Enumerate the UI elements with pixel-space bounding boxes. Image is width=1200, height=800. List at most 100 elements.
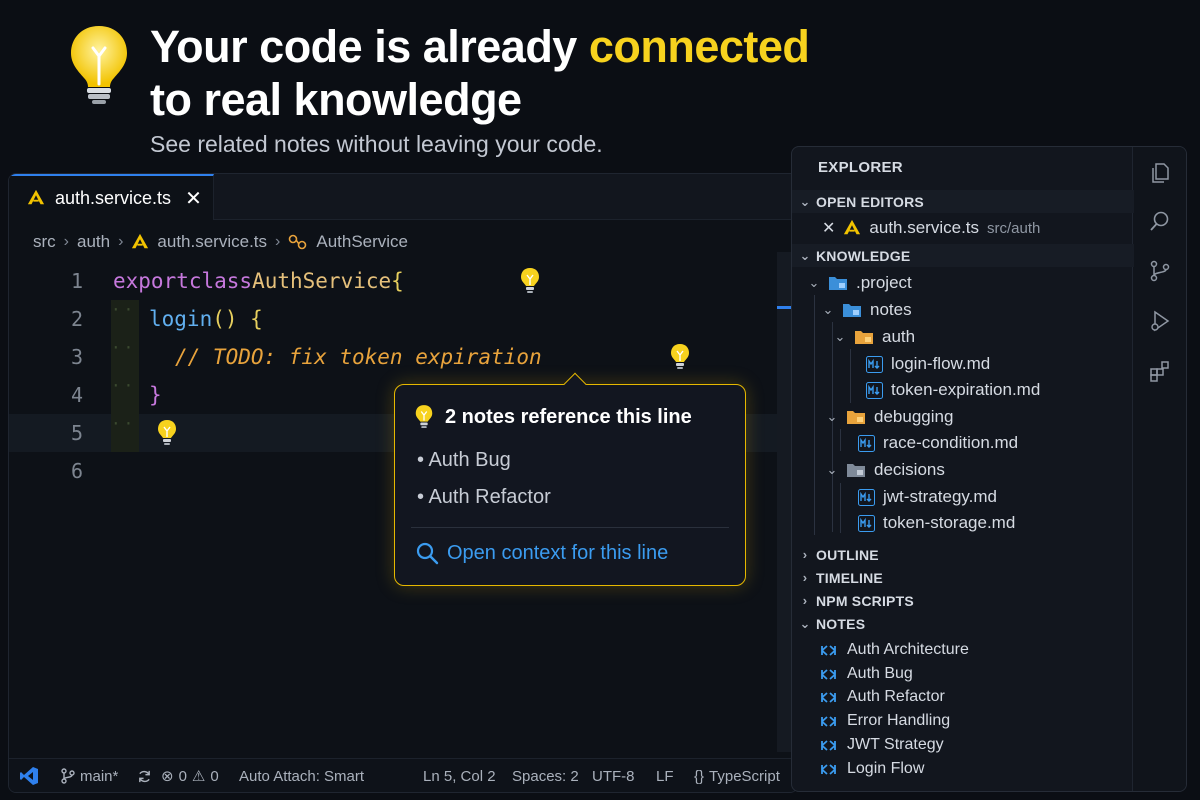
divider: [411, 527, 729, 528]
folder-icon: [847, 464, 865, 477]
files-icon[interactable]: [1148, 161, 1172, 185]
line-number: 3: [70, 345, 83, 369]
tree-folder-decisions[interactable]: ⌄ decisions: [792, 457, 1134, 483]
status-bar: main* ⊗ 0 ⚠ 0 Auto Attach: Smart Ln 5, Col…: [9, 758, 797, 792]
note-item[interactable]: Login Flow: [820, 757, 924, 781]
popup-note-item[interactable]: • Auth Bug: [417, 449, 511, 472]
notes-hover-popup: 2 notes reference this line • Auth Bug •…: [394, 372, 746, 586]
tree-folder-notes[interactable]: ⌄ notes: [792, 297, 1134, 323]
tree-file[interactable]: login-flow.md: [792, 351, 1134, 377]
indent-guide: ··: [111, 300, 139, 338]
code-text: export class AuthService {: [113, 262, 542, 300]
code-text: }: [149, 383, 162, 407]
chevron-down-icon: ⌄: [822, 302, 834, 317]
chevron-down-icon: ⌄: [799, 615, 811, 631]
language-mode[interactable]: {} TypeScript: [694, 759, 780, 792]
encoding-status[interactable]: UTF-8: [592, 759, 635, 792]
indentation-status[interactable]: Spaces: 2: [512, 759, 579, 792]
run-debug-icon[interactable]: [1148, 309, 1172, 333]
chevron-down-icon: ⌄: [799, 247, 811, 263]
lightbulb-icon[interactable]: [155, 418, 179, 448]
note-item[interactable]: JWT Strategy: [820, 733, 944, 757]
breadcrumb: src › auth › auth.service.ts › AuthServi…: [33, 229, 408, 255]
note-item[interactable]: Auth Bug: [820, 662, 913, 686]
chevron-right-icon: ›: [802, 547, 808, 562]
section-npm-scripts[interactable]: › NPM SCRIPTS: [792, 589, 1134, 612]
code-text: login() {: [149, 307, 263, 331]
breadcrumb-item[interactable]: auth.service.ts: [157, 232, 267, 252]
folder-icon: [843, 304, 861, 317]
sync-icon[interactable]: [137, 759, 152, 792]
lightbulb-icon[interactable]: [668, 342, 692, 372]
note-item[interactable]: Error Handling: [820, 709, 950, 733]
tree-folder-project[interactable]: ⌄ .project: [792, 270, 1134, 296]
close-icon[interactable]: ✕: [822, 218, 835, 238]
close-icon[interactable]: ✕: [185, 186, 202, 211]
indent-guide: ··: [111, 338, 139, 376]
extensions-icon[interactable]: [1148, 359, 1172, 383]
auto-attach-status[interactable]: Auto Attach: Smart: [239, 759, 364, 792]
open-context-link[interactable]: Open context for this line: [415, 541, 668, 565]
tree-file[interactable]: race-condition.md: [792, 430, 1134, 456]
breadcrumb-item[interactable]: AuthService: [316, 232, 408, 252]
breadcrumb-item[interactable]: src: [33, 232, 56, 252]
code-text: [155, 414, 179, 452]
popup-header: 2 notes reference this line: [413, 403, 692, 431]
indent-guide: ··: [111, 376, 139, 414]
branch-indicator[interactable]: main*: [61, 759, 119, 792]
popup-note-item[interactable]: • Auth Refactor: [417, 486, 551, 509]
tree-file[interactable]: jwt-strategy.md: [792, 484, 1134, 510]
section-knowledge[interactable]: ⌄ KNOWLEDGE: [792, 244, 1134, 267]
line-number: 1: [70, 269, 83, 293]
angular-icon: [132, 233, 149, 249]
tree-folder-debugging[interactable]: ⌄ debugging: [792, 404, 1134, 430]
source-control-icon[interactable]: [1148, 259, 1172, 283]
note-item[interactable]: Auth Refactor: [820, 685, 945, 709]
markdown-file-icon: [858, 514, 875, 532]
markdown-file-icon: [858, 488, 875, 506]
line-number: 2: [70, 307, 83, 331]
code-line[interactable]: 1 export class AuthService {: [9, 262, 797, 300]
markdown-file-icon: [866, 355, 883, 373]
chevron-right-icon: ›: [802, 593, 808, 608]
branch-label: main*: [80, 767, 119, 785]
braces-icon: {}: [694, 767, 705, 785]
note-item[interactable]: Auth Architecture: [820, 638, 969, 662]
section-timeline[interactable]: › TIMELINE: [792, 566, 1134, 589]
scrollbar[interactable]: [777, 252, 791, 752]
section-open-editors[interactable]: ⌄ OPEN EDITORS: [792, 190, 1134, 213]
tab-auth-service[interactable]: auth.service.ts ✕: [9, 174, 214, 220]
error-icon: ⊗: [161, 768, 174, 785]
code-line[interactable]: 2 ·· login() {: [9, 300, 797, 338]
code-line[interactable]: 3 ·· // TODO: fix token expiration: [9, 338, 797, 376]
angular-icon: [844, 219, 861, 235]
vscode-icon[interactable]: [19, 759, 39, 792]
explorer-sidebar: EXPLORER ⌄ OPEN EDITORS ✕ auth.service.t…: [791, 146, 1187, 792]
chevron-down-icon: ⌄: [834, 329, 846, 344]
scrollbar-marker: [777, 306, 791, 309]
breadcrumb-item[interactable]: auth: [77, 232, 110, 252]
section-notes[interactable]: ⌄ NOTES: [792, 612, 1134, 635]
markdown-file-icon: [866, 381, 883, 399]
tree-file[interactable]: token-expiration.md: [792, 377, 1134, 403]
tree-file[interactable]: token-storage.md: [792, 510, 1134, 536]
angular-icon: [27, 189, 45, 205]
cursor-position[interactable]: Ln 5, Col 2: [423, 759, 496, 792]
chevron-right-icon: ›: [118, 233, 124, 250]
popup-title: 2 notes reference this line: [445, 405, 692, 428]
eol-status[interactable]: LF: [656, 759, 674, 792]
lightbulb-icon[interactable]: [518, 266, 542, 296]
hero-title: Your code is already connected to real k…: [150, 21, 810, 125]
note-link-icon: [821, 668, 836, 680]
hero-title-accent: connected: [588, 21, 810, 72]
tree-folder-auth[interactable]: ⌄ auth: [792, 324, 1134, 350]
hero-subtitle: See related notes without leaving your c…: [150, 131, 603, 157]
class-symbol-icon: [289, 234, 307, 250]
line-number: 6: [70, 459, 83, 483]
note-link-icon: [821, 715, 836, 727]
search-icon[interactable]: [1148, 209, 1172, 233]
chevron-right-icon: ›: [802, 570, 808, 585]
section-outline[interactable]: › OUTLINE: [792, 543, 1134, 566]
open-editor-item[interactable]: ✕ auth.service.ts src/auth: [792, 215, 1134, 241]
problems-indicator[interactable]: ⊗ 0 ⚠ 0: [161, 759, 219, 792]
